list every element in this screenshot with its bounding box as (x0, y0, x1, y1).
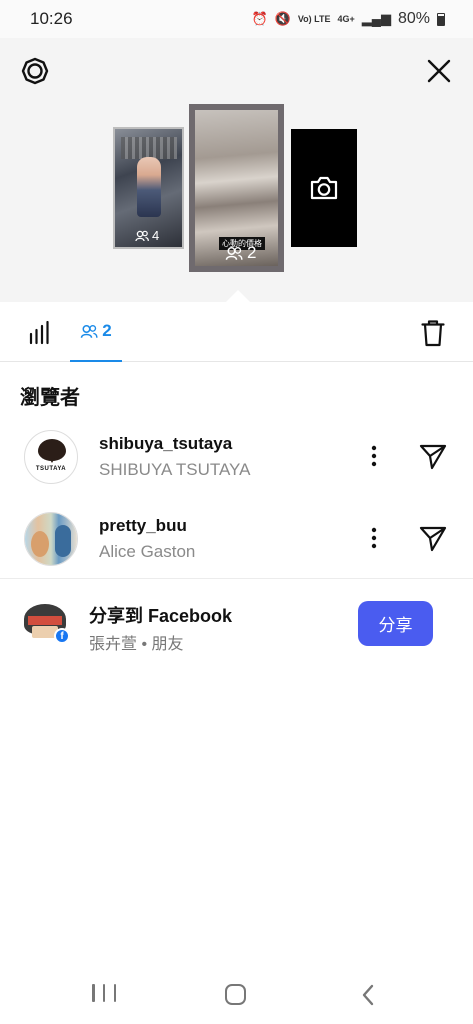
viewer-username[interactable]: shibuya_tsutaya (99, 434, 232, 454)
battery-percent: 80% (397, 10, 430, 27)
signal-icon: ▂▄▆ (361, 11, 391, 26)
viewers-icon (135, 230, 149, 241)
viewer-fullname: SHIBUYA TSUTAYA (99, 460, 251, 479)
selected-story-pointer (226, 290, 250, 302)
share-button[interactable]: 分享 (358, 601, 433, 646)
battery-icon (437, 12, 445, 26)
tab-insights[interactable] (26, 319, 54, 347)
avatar-logo-text: TSUTAYA (35, 466, 67, 472)
share-title: 分享到 Facebook (89, 606, 233, 626)
more-vertical-icon (371, 445, 377, 467)
tsutaya-logo-icon (38, 439, 66, 463)
story-insights-tabs: 2 (0, 302, 473, 362)
viewers-count: 2 (102, 321, 112, 340)
add-story-camera-button[interactable] (291, 129, 357, 247)
recent-apps-button[interactable] (92, 984, 116, 1006)
viewer-username[interactable]: pretty_buu (99, 516, 187, 536)
viewer-row[interactable]: pretty_buu Alice Gaston (0, 498, 473, 578)
paper-plane-icon (419, 526, 447, 552)
thumbnail-image-detail (121, 137, 177, 159)
more-options-button[interactable] (362, 524, 386, 552)
status-bar: 10:26 ⏰ 🔇 Vo) LTE 4G+ ▂▄▆ 80% (0, 0, 473, 38)
recents-bar-icon (92, 984, 95, 1002)
viewers-section-title: 瀏覽者 (20, 387, 80, 409)
story-preview-area: 4 心動的價格 2 (0, 38, 473, 302)
settings-button[interactable] (18, 54, 52, 88)
viewer-row[interactable]: TSUTAYA shibuya_tsutaya SHIBUYA TSUTAYA (0, 416, 473, 496)
mute-icon: 🔇 (274, 11, 291, 26)
avatar[interactable]: TSUTAYA (24, 430, 78, 484)
avatar: f (22, 602, 70, 644)
paper-plane-icon (419, 444, 447, 470)
alarm-icon: ⏰ (251, 11, 268, 26)
thumbnail-view-count: 4 (135, 228, 159, 243)
avatar-photo-person (31, 531, 49, 557)
story-thumbnail-current[interactable]: 心動的價格 2 (189, 104, 284, 272)
volte-label: Vo) LTE (297, 13, 331, 24)
viewer-fullname: Alice Gaston (99, 542, 196, 561)
delete-story-button[interactable] (418, 318, 448, 348)
viewers-icon (225, 246, 243, 260)
thumbnail-image: 心動的價格 2 (195, 110, 278, 266)
avatar-photo (25, 513, 77, 565)
camera-icon (310, 176, 338, 200)
facebook-icon: f (54, 628, 70, 644)
send-message-button[interactable] (416, 440, 450, 474)
system-navigation-bar (0, 966, 473, 1024)
avatar-photo-person (55, 525, 71, 557)
trash-icon (421, 320, 445, 347)
thumbnail-image-subject (137, 157, 161, 217)
status-time: 10:26 (30, 9, 73, 28)
more-vertical-icon (371, 527, 377, 549)
share-audience: 張卉萱 • 朋友 (89, 636, 184, 653)
thumbnail-view-count-value: 2 (247, 243, 257, 262)
avatar[interactable] (24, 512, 78, 566)
tab-viewers[interactable]: 2 (70, 302, 122, 362)
recents-bar-icon (102, 984, 106, 1002)
avatar-band (28, 616, 62, 625)
back-icon[interactable] (360, 983, 376, 1007)
recents-bar-icon (113, 984, 116, 1002)
viewers-icon (81, 324, 98, 338)
story-thumbnail-previous[interactable]: 4 (115, 129, 182, 247)
thumbnail-view-count: 2 (225, 243, 256, 263)
thumbnail-view-count-value: 4 (152, 228, 160, 243)
status-icons: ⏰ 🔇 Vo) LTE 4G+ ▂▄▆ 80% (251, 10, 445, 28)
send-message-button[interactable] (416, 522, 450, 556)
bar-chart-icon (29, 321, 49, 345)
close-icon (427, 59, 451, 83)
network-label: 4G+ (337, 13, 355, 24)
home-button[interactable] (225, 984, 246, 1005)
gear-icon (21, 57, 49, 85)
share-to-facebook-row: f 分享到 Facebook 張卉萱 • 朋友 分享 (0, 590, 473, 660)
divider (0, 578, 473, 579)
more-options-button[interactable] (362, 442, 386, 470)
close-button[interactable] (422, 54, 456, 88)
